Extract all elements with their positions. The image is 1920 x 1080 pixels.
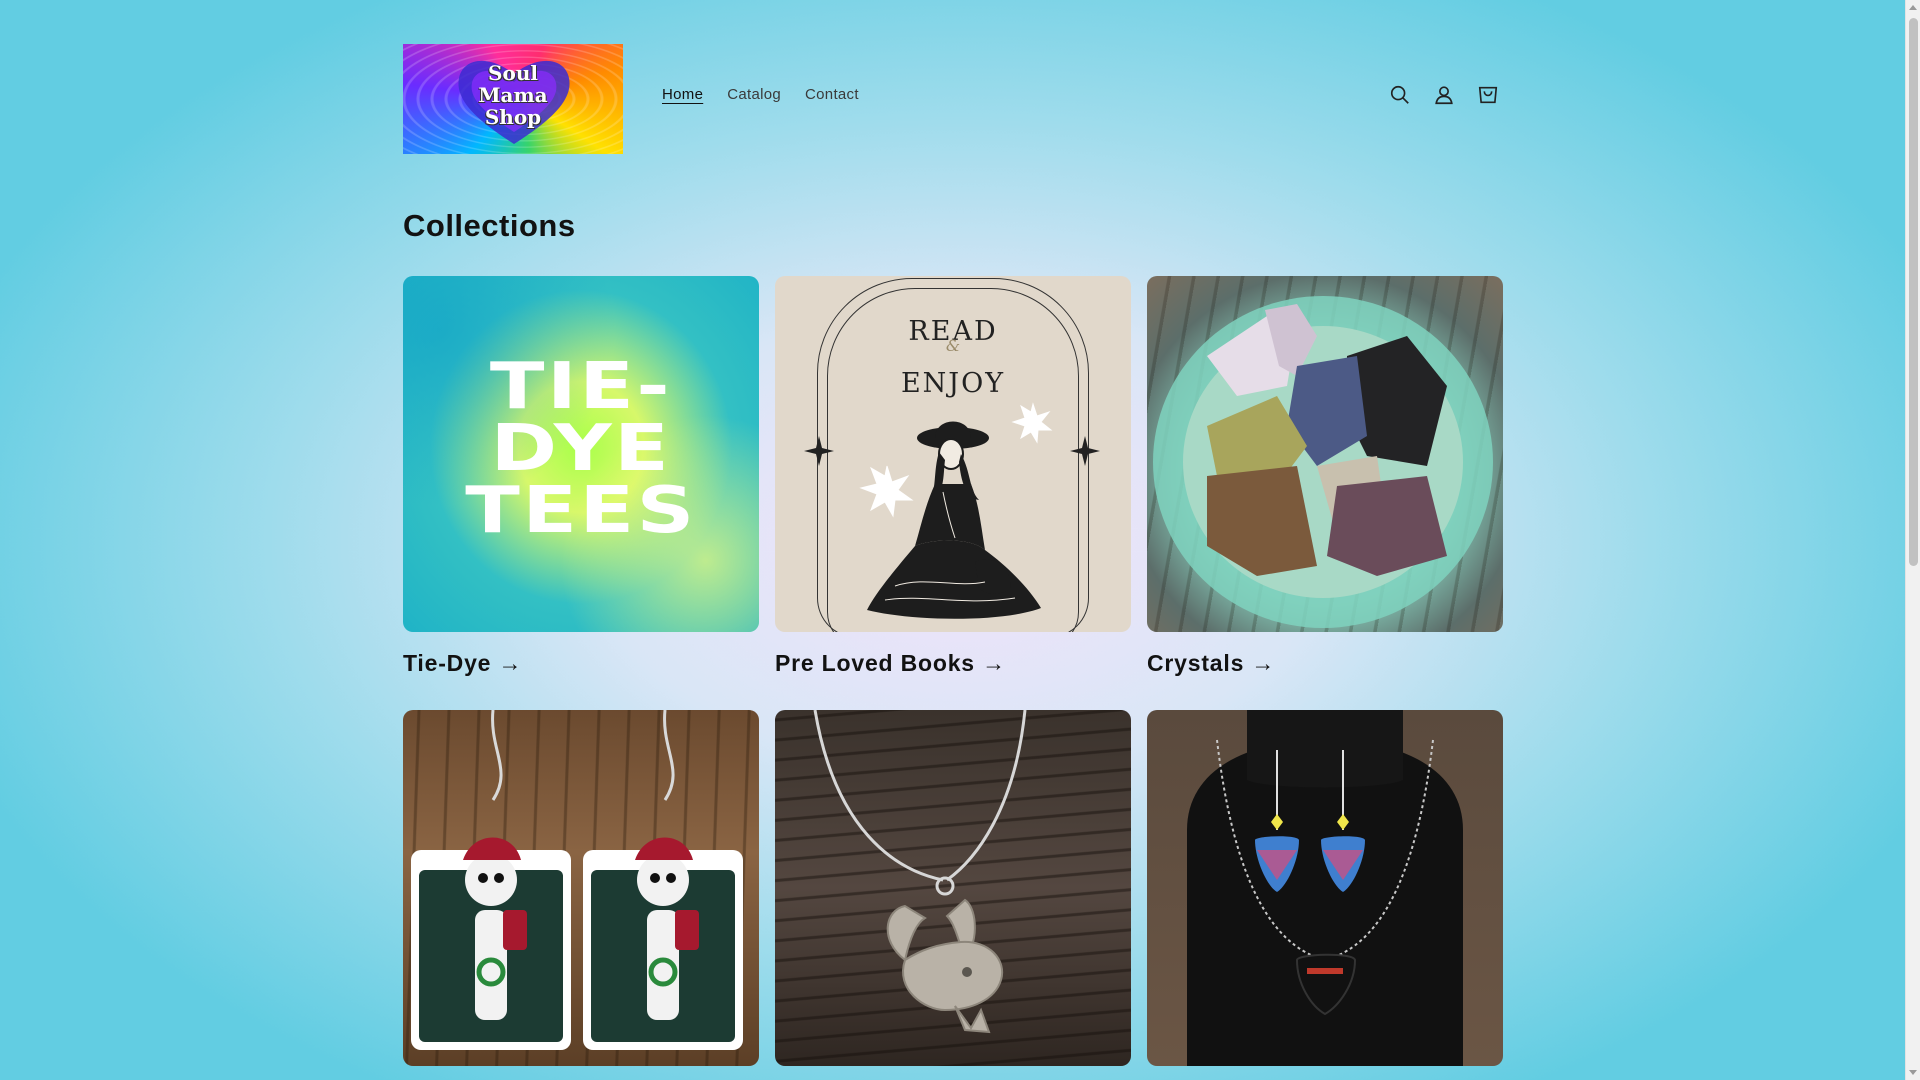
woman-illustration-icon (804, 402, 1100, 619)
collection-image[interactable]: TIE- DYE TEES (403, 276, 759, 632)
collection-card-earrings[interactable] (403, 710, 759, 1080)
collection-title[interactable]: Tie-Dye → (403, 650, 759, 677)
collection-image[interactable] (775, 710, 1131, 1066)
account-icon[interactable] (1429, 80, 1459, 110)
collection-card-necklace[interactable] (775, 710, 1131, 1080)
image-caption: TIE- DYE TEES (465, 350, 697, 548)
collection-card-guitar-picks[interactable] (1147, 710, 1503, 1080)
collection-card-tie-dye[interactable]: TIE- DYE TEES Tie-Dye → (403, 276, 759, 677)
collection-card-crystals[interactable]: Crystals → (1147, 276, 1503, 677)
main-nav: Home Catalog Contact (662, 86, 859, 103)
guitar-pick-jewelry-icon (1187, 710, 1463, 1066)
site-header: Soul Mama Shop Home Catalog Contact (403, 44, 1503, 154)
collection-image[interactable]: READ ENJOY & (775, 276, 1131, 632)
collection-title[interactable]: Crystals → (1147, 650, 1503, 677)
logo-text: Soul Mama Shop (478, 61, 548, 129)
collection-image[interactable] (1147, 276, 1503, 632)
collection-image[interactable] (403, 710, 759, 1066)
collection-image[interactable] (1147, 710, 1503, 1066)
collection-card-books[interactable]: READ ENJOY & Pre Loved Books → (775, 276, 1131, 677)
nav-contact[interactable]: Contact (805, 86, 859, 103)
nav-home[interactable]: Home (662, 86, 703, 103)
cart-icon[interactable] (1473, 80, 1503, 110)
skeleton-earrings-icon (411, 710, 743, 1050)
scroll-up-arrow-icon[interactable] (1909, 5, 1917, 10)
crystals-bowl-icon (1153, 296, 1493, 628)
search-icon[interactable] (1385, 80, 1415, 110)
bunny-necklace-icon (813, 710, 1027, 1034)
scroll-down-arrow-icon[interactable] (1909, 1070, 1917, 1075)
store-logo[interactable]: Soul Mama Shop (403, 44, 623, 154)
page-title: Collections (403, 208, 576, 243)
scrollbar-thumb[interactable] (1909, 18, 1918, 566)
header-icons (1385, 80, 1503, 110)
collection-title[interactable]: Pre Loved Books → (775, 650, 1131, 677)
nav-catalog[interactable]: Catalog (727, 86, 781, 103)
vertical-scrollbar[interactable] (1905, 0, 1920, 1080)
